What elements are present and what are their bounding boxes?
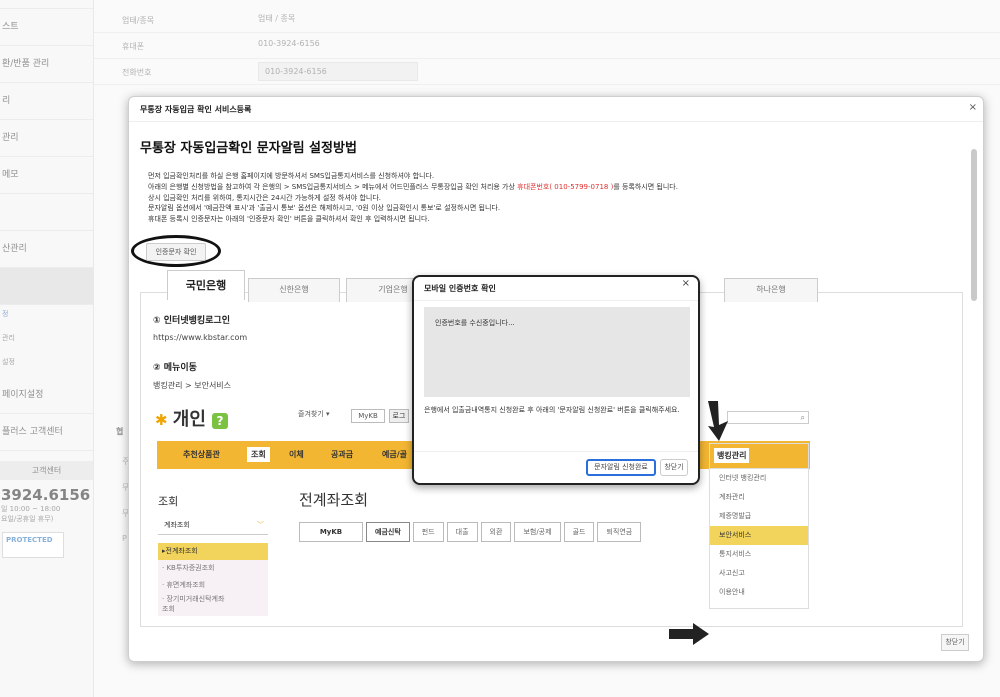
dialog-instructions: 은행에서 입출금내역통지 신청완료 후 아래의 '문자알림 신청완료' 버튼을 …	[424, 406, 680, 414]
kb-url: https://www.kbstar.com	[153, 333, 248, 342]
kb-favorites: 즐겨찾기 ▾	[298, 410, 330, 418]
kb-list-item: · 휴면계좌조회	[162, 581, 206, 589]
kb-nav-item: 조회	[247, 447, 270, 462]
arrow-right-icon	[669, 623, 709, 645]
menu-path: 뱅킹관리 > 보안서비스	[153, 381, 232, 390]
dialog-divider	[414, 451, 698, 452]
kb-nav-item: 예금/골	[382, 450, 408, 459]
kb-mgmt-item-security: 보안서비스	[710, 526, 808, 545]
dialog-header: 모바일 인증번호 확인	[414, 277, 698, 301]
kb-mgmt-item: 인터넷 뱅킹관리	[719, 474, 767, 482]
modal-close-button[interactable]: 창닫기	[941, 634, 969, 651]
modal-scrollbar[interactable]	[971, 149, 977, 301]
instruction-line: 문자알림 옵션에서 '예금잔액 표시'과 '출금시 통보' 옵션은 해제하시고,…	[148, 204, 501, 213]
tab-shinhan[interactable]: 신한은행	[248, 278, 340, 302]
kb-list-item: ▸전계좌조회	[158, 543, 268, 560]
kb-list-item: · 장기미거래신탁계좌	[162, 595, 225, 603]
kb-login-button: 로그	[389, 409, 409, 423]
kb-mgmt-item: 통지서비스	[719, 550, 752, 558]
kb-tab: 대출	[446, 522, 478, 542]
instruction-line: 먼저 입금확인처리를 하실 은행 홈페이지에 방문하셔서 SMS입금통지서비스를…	[148, 172, 435, 180]
kb-mgmt-label: 뱅킹관리	[714, 448, 750, 463]
step1-heading: ① 인터넷뱅킹로그인	[153, 316, 230, 326]
kb-nav-item: 추천상품관	[183, 450, 220, 459]
kb-left-list: ▸전계좌조회 · KB투자증권조회 · 휴면계좌조회 · 장기미거래신탁계좌 조…	[158, 543, 268, 616]
instruction-text: 를 등록하시면 됩니다.	[613, 182, 678, 191]
arrow-down-icon	[708, 401, 728, 441]
kb-nav-item: 이체	[289, 450, 304, 459]
kb-banking-mgmt-header: 뱅킹관리	[709, 443, 809, 469]
kb-account-select: 계좌조회 ﹀	[158, 515, 268, 535]
modal-header: 무통장 자동입금 확인 서비스등록	[129, 97, 983, 122]
tab-hana[interactable]: 하나은행	[724, 278, 818, 302]
kb-mykb-button: MyKB	[351, 409, 385, 423]
step2-heading: ② 메뉴이동	[153, 363, 197, 373]
instruction-text: 아래의 은행별 신청방법을 참고하여 각 은행의 > SMS입금통지서비스 > …	[148, 182, 518, 191]
kb-nav-item: 공과금	[331, 450, 354, 459]
kb-main-heading: 전계좌조회	[299, 491, 369, 509]
kb-mgmt-item: 사고신고	[719, 569, 745, 577]
virtual-phone-number: 휴대폰번호( 010-5799-0718 )	[517, 182, 614, 191]
close-icon[interactable]: ×	[969, 102, 977, 113]
auth-status-box: 인증번호를 수신중입니다...	[424, 307, 690, 397]
auth-message-check-button[interactable]: 인증문자 확인	[146, 243, 206, 261]
kb-star-icon: ✱	[155, 411, 173, 429]
tab-kookmin[interactable]: 국민은행	[167, 270, 245, 300]
instruction-line: 상시 입금확인 처리를 위하여, 통지시간은 24시간 가능하게 설정 하셔야 …	[148, 193, 382, 202]
kb-tab: 외환	[480, 522, 512, 542]
mobile-auth-dialog: 모바일 인증번호 확인 × 인증번호를 수신중입니다... 은행에서 입출금내역…	[412, 275, 700, 485]
kb-tab: 보험/공제	[514, 522, 561, 542]
instructions: 먼저 입금확인처리를 하실 은행 홈페이지에 방문하셔서 SMS입금통지서비스를…	[148, 171, 848, 225]
modal-title: 무통장 자동입금확인 문자알림 설정방법	[140, 141, 357, 156]
kb-logo-text: 개인	[172, 409, 206, 430]
kb-mgmt-item: 계좌관리	[719, 493, 745, 501]
kb-select-label: 계좌조회	[164, 521, 190, 529]
kb-list-item: 조회	[162, 605, 175, 613]
kb-list-item: · KB투자증권조회	[162, 564, 215, 572]
instruction-line: 휴대폰 등록시 인증문자는 아래의 '인증문자 확인' 버튼을 클릭하셔서 확인…	[148, 215, 430, 224]
kb-tab: 퇴직연금	[597, 522, 642, 542]
kb-tab: MyKB	[299, 522, 363, 542]
search-icon: ⌕	[800, 413, 805, 422]
kb-banking-mgmt-menu: 인터넷 뱅킹관리 계좌관리 제증명발급 보안서비스 통지서비스 사고신고 이용안…	[709, 469, 809, 609]
kb-tabs: MyKB 예금신탁 펀드 대출 외환 보험/공제 골드 퇴직연금	[299, 522, 644, 542]
kb-mgmt-item: 이용안내	[719, 588, 745, 596]
sms-alert-complete-button[interactable]: 문자알림 신청완료	[586, 459, 656, 476]
kb-tab: 펀드	[412, 522, 444, 542]
chevron-down-icon: ﹀	[257, 521, 264, 529]
instruction-line: 아래의 은행별 신청방법을 참고하여 각 은행의 > SMS입금통지서비스 > …	[148, 182, 848, 193]
kb-tab: 예금신탁	[366, 522, 410, 542]
dialog-close-button[interactable]: 창닫기	[660, 459, 688, 476]
kb-mgmt-item: 제증명발급	[719, 512, 752, 520]
kb-tab: 골드	[563, 522, 595, 542]
close-icon[interactable]: ×	[682, 278, 690, 289]
kb-logo: ✱ 개인?	[155, 405, 228, 431]
kb-left-heading: 조회	[158, 495, 179, 508]
kb-search-box: ⌕	[727, 411, 809, 424]
help-icon: ?	[211, 413, 228, 429]
